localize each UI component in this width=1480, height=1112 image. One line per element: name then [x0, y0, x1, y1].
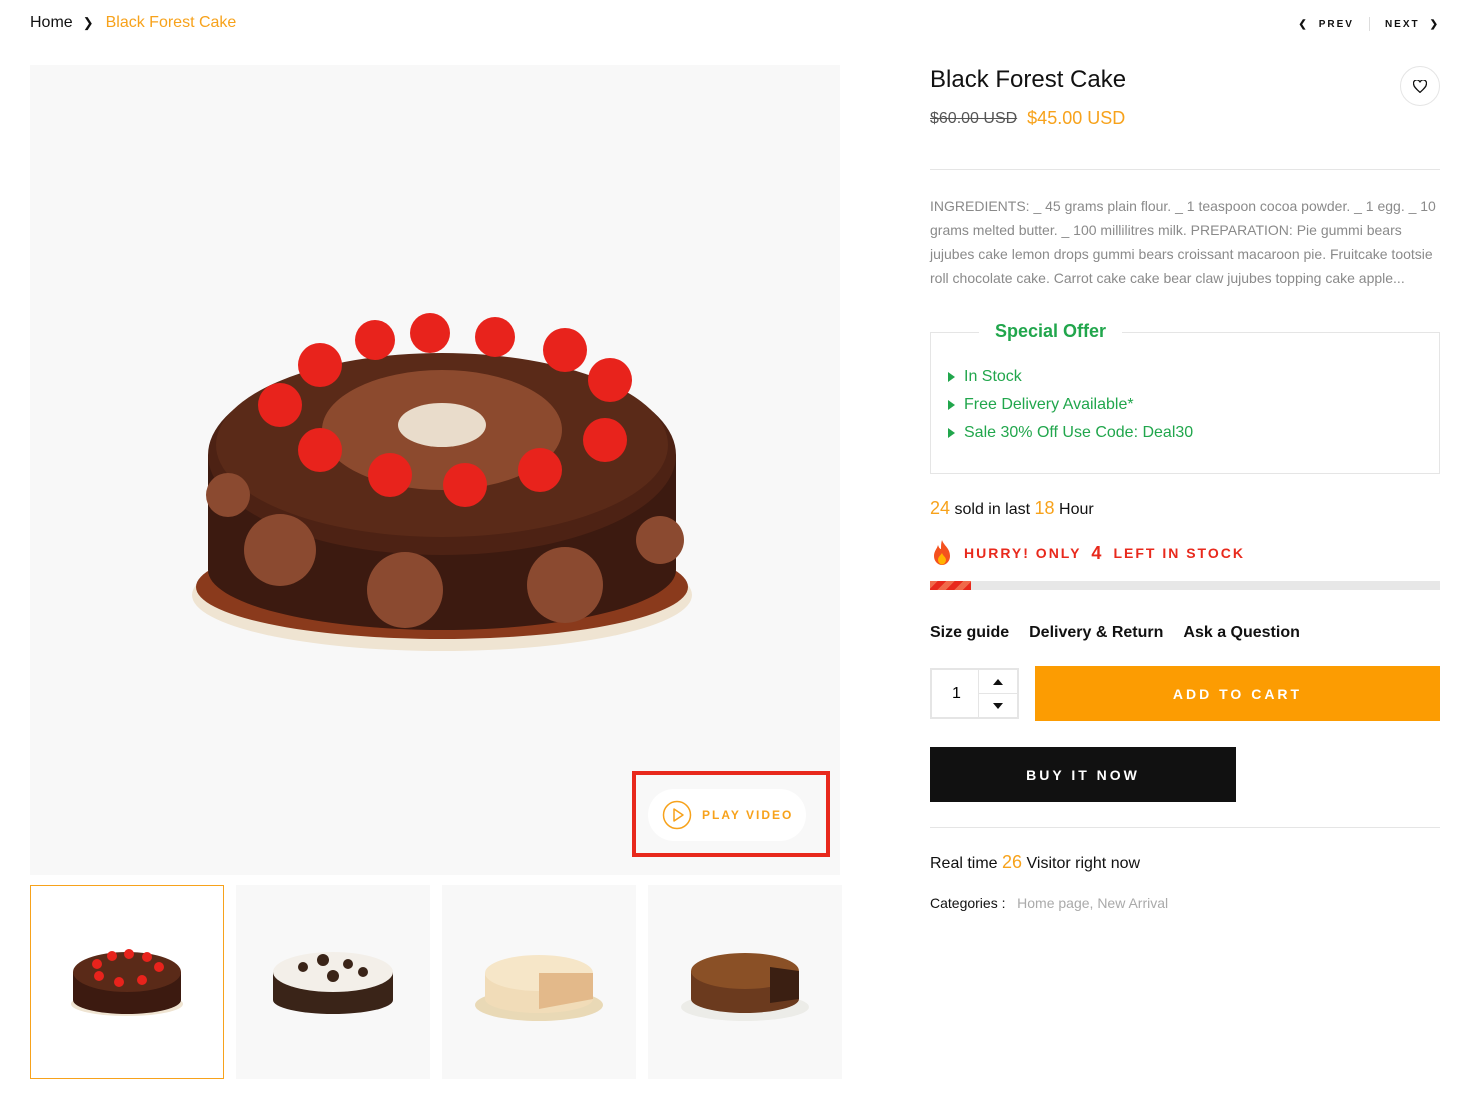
delivery-return-link[interactable]: Delivery & Return	[1029, 624, 1163, 642]
add-to-cart-button[interactable]: ADD TO CART	[1035, 666, 1440, 721]
play-video-label: PLAY VIDEO	[702, 808, 794, 822]
visitor-counter: Real time 26 Visitor right now	[930, 852, 1440, 873]
categories-links[interactable]: Home page, New Arrival	[1017, 895, 1168, 911]
thumbnail-3[interactable]	[442, 885, 636, 1079]
hurry-suffix: LEFT IN STOCK	[1113, 545, 1245, 561]
product-info: Black Forest Cake $60.00 USD $45.00 USD …	[930, 62, 1440, 911]
price-block: $60.00 USD $45.00 USD	[930, 108, 1440, 129]
special-offer-box: Special Offer In Stock Free Delivery Ava…	[930, 321, 1440, 474]
sold-count: 24	[930, 498, 951, 518]
categories-label: Categories :	[930, 895, 1006, 911]
size-guide-link[interactable]: Size guide	[930, 624, 1009, 642]
fire-icon	[934, 540, 950, 565]
prev-label: PREV	[1318, 18, 1354, 30]
heart-icon	[1413, 79, 1427, 93]
offer-item-label: Free Delivery Available*	[964, 396, 1134, 413]
thumbnail-4[interactable]	[648, 885, 842, 1079]
thumbnail-1[interactable]	[30, 885, 224, 1079]
quantity-steps	[978, 670, 1017, 717]
sold-text: sold in last	[954, 501, 1031, 518]
thumbnail-cake-image	[71, 949, 183, 1016]
offer-item: Free Delivery Available*	[948, 391, 1439, 419]
categories: Categories : Home page, New Arrival	[930, 895, 1440, 911]
info-links: Size guide Delivery & Return Ask a Quest…	[930, 624, 1440, 642]
stock-progress-bar	[930, 581, 1440, 590]
hurry-prefix: HURRY! ONLY	[964, 545, 1082, 561]
quantity-stepper	[930, 668, 1019, 719]
wishlist-button[interactable]	[1400, 66, 1440, 106]
sale-price: $45.00 USD	[1027, 108, 1126, 128]
ask-question-link[interactable]: Ask a Question	[1183, 624, 1299, 642]
next-label: NEXT	[1384, 18, 1420, 30]
breadcrumb-current: Black Forest Cake	[105, 14, 237, 31]
chevron-left-icon: ❮	[1298, 18, 1309, 30]
visitor-suffix: Visitor right now	[1026, 855, 1141, 872]
caret-up-icon	[993, 678, 1003, 685]
thumbnail-strip	[30, 885, 842, 1079]
offer-item-label: In Stock	[964, 368, 1022, 385]
offer-item: In Stock	[948, 363, 1439, 391]
caret-down-icon	[993, 702, 1003, 709]
product-pagination: ❮ PREV NEXT ❯	[1298, 17, 1440, 31]
visitor-prefix: Real time	[930, 855, 998, 872]
product-description: INGREDIENTS: _ 45 grams plain flour. _ 1…	[930, 198, 1436, 286]
thumbnail-cake-image	[681, 953, 809, 1021]
stock-progress-fill	[930, 581, 971, 590]
sold-hours: 18	[1034, 498, 1055, 518]
add-to-cart-row: ADD TO CART	[930, 666, 1440, 721]
offer-item-label: Sale 30% Off Use Code: Deal30	[964, 424, 1194, 441]
quantity-input[interactable]	[932, 670, 978, 717]
sold-hour-label: Hour	[1059, 501, 1094, 518]
visitor-count: 26	[1002, 852, 1023, 872]
triangle-bullet-icon	[948, 428, 955, 438]
thumbnail-cake-image	[273, 952, 393, 1014]
chevron-right-icon: ❯	[1429, 18, 1440, 30]
next-product-link[interactable]: NEXT ❯	[1385, 19, 1440, 30]
product-title: Black Forest Cake	[930, 66, 1127, 93]
main-product-image[interactable]: PLAY VIDEO	[30, 65, 840, 875]
stock-left-count: 4	[1091, 542, 1104, 563]
triangle-bullet-icon	[948, 400, 955, 410]
play-icon	[662, 800, 692, 830]
thumbnail-cake-image	[475, 955, 603, 1021]
prev-product-link[interactable]: ❮ PREV	[1298, 19, 1354, 30]
sold-counter: 24 sold in last 18 Hour	[930, 498, 1440, 519]
breadcrumb: Home ❯ Black Forest Cake	[30, 14, 236, 32]
low-stock-warning: HURRY! ONLY 4 LEFT IN STOCK	[930, 539, 1440, 567]
pagination-divider	[1368, 17, 1370, 31]
buy-now-button[interactable]: BUY IT NOW	[930, 747, 1236, 802]
triangle-bullet-icon	[948, 372, 955, 382]
offer-list: In Stock Free Delivery Available* Sale 3…	[931, 333, 1439, 447]
breadcrumb-home-link[interactable]: Home	[30, 14, 73, 32]
old-price: $60.00 USD	[930, 109, 1018, 127]
divider	[930, 169, 1440, 170]
quantity-decrease-button[interactable]	[979, 694, 1017, 717]
divider	[930, 827, 1440, 828]
special-offer-title: Special Offer	[979, 321, 1123, 342]
thumbnail-2[interactable]	[236, 885, 430, 1079]
cake-image	[192, 313, 692, 651]
play-video-button[interactable]: PLAY VIDEO	[648, 789, 806, 841]
offer-item: Sale 30% Off Use Code: Deal30	[948, 419, 1439, 447]
chevron-right-icon: ❯	[82, 15, 94, 30]
quantity-increase-button[interactable]	[979, 670, 1017, 694]
